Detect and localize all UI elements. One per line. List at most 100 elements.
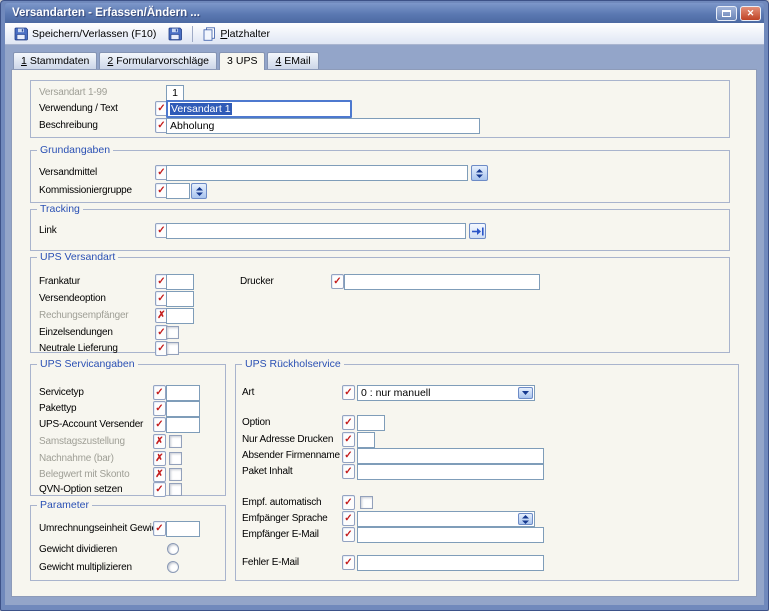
empfaenger-sprache-flag-button[interactable]: [342, 511, 355, 526]
art-label: Art: [242, 387, 255, 398]
link-input[interactable]: [166, 223, 466, 239]
nachnahme-label: Nachnahme (bar): [39, 453, 114, 464]
nachnahme-flag-button[interactable]: [153, 451, 166, 466]
group-ups-rueckholservice: UPS Rückholservice Art 0 : nur manuell O…: [235, 358, 739, 581]
art-select[interactable]: 0 : nur manuell: [357, 385, 535, 401]
open-link-button[interactable]: [469, 223, 486, 239]
servicetyp-label: Servicetyp: [39, 387, 84, 398]
pakettyp-input[interactable]: [166, 401, 200, 417]
group-title: UPS Rückholservice: [242, 358, 344, 371]
nur-adresse-drucken-input[interactable]: [357, 432, 375, 448]
qvn-option-flag-button[interactable]: [153, 482, 166, 497]
servicetyp-input[interactable]: [166, 385, 200, 401]
servicetyp-flag-button[interactable]: [153, 385, 166, 400]
empf-automatisch-flag-button[interactable]: [342, 495, 355, 510]
versandart-number-input[interactable]: [166, 85, 184, 101]
spinner-button[interactable]: [518, 513, 533, 525]
absender-firmenname-flag-button[interactable]: [342, 448, 355, 463]
belegwert-checkbox[interactable]: [169, 468, 182, 481]
samstagszustellung-checkbox[interactable]: [169, 435, 182, 448]
group-tracking: Tracking Link: [30, 203, 730, 251]
art-value: 0 : nur manuell: [361, 387, 431, 399]
save-exit-button[interactable]: Speichern/Verlassen (F10): [9, 24, 161, 44]
save-button[interactable]: [163, 24, 187, 44]
link-label: Link: [39, 225, 57, 236]
toolbar: Speichern/Verlassen (F10) Platzhalter: [5, 23, 764, 45]
option-flag-button[interactable]: [342, 415, 355, 430]
umrechnungseinheit-flag-button[interactable]: [153, 521, 166, 536]
empf-automatisch-checkbox[interactable]: [360, 496, 373, 509]
pakettyp-flag-button[interactable]: [153, 401, 166, 416]
tab-ups[interactable]: 3 UPS: [219, 52, 266, 70]
up-down-spinner-icon: [476, 168, 483, 178]
umrechnungseinheit-input[interactable]: [166, 521, 200, 537]
absender-firmenname-input[interactable]: [357, 448, 544, 464]
floppy-disk-icon: [168, 27, 183, 41]
fehler-email-input[interactable]: [357, 555, 544, 571]
empfaenger-email-flag-button[interactable]: [342, 527, 355, 542]
tab-email[interactable]: 4 EMail: [267, 52, 319, 69]
tab-label: EMail: [284, 54, 311, 67]
empfaenger-sprache-select[interactable]: [357, 511, 535, 527]
fehler-email-flag-button[interactable]: [342, 555, 355, 570]
frankatur-input[interactable]: [166, 274, 194, 290]
art-flag-button[interactable]: [342, 385, 355, 400]
close-button[interactable]: ✕: [740, 5, 761, 21]
versandmittel-select[interactable]: [166, 165, 468, 181]
group-title: Grundangaben: [37, 144, 114, 157]
gewicht-multiplizieren-radio[interactable]: [167, 561, 179, 573]
nachnahme-checkbox[interactable]: [169, 452, 182, 465]
restore-icon: [722, 9, 731, 17]
drucker-input[interactable]: [344, 274, 540, 290]
gewicht-dividieren-radio[interactable]: [167, 543, 179, 555]
nur-adresse-drucken-flag-button[interactable]: [342, 432, 355, 447]
up-down-spinner-icon: [195, 186, 203, 196]
pakettyp-label: Pakettyp: [39, 403, 77, 414]
save-exit-label: Speichern/Verlassen (F10): [32, 27, 157, 40]
empfaenger-email-input[interactable]: [357, 527, 544, 543]
qvn-option-checkbox[interactable]: [169, 483, 182, 496]
dropdown-arrow-button[interactable]: [518, 387, 533, 399]
tab-formularvorschlaege[interactable]: 2 Formularvorschläge: [99, 52, 218, 69]
platzhalter-label: Platzhalter: [220, 28, 270, 40]
verwendung-value: Versandart 1: [170, 103, 232, 115]
restore-button[interactable]: [716, 5, 737, 21]
tab-label: Stammdaten: [29, 54, 90, 67]
samstagszustellung-label: Samstagszustellung: [39, 436, 125, 447]
neutrale-lieferung-checkbox[interactable]: [166, 342, 179, 355]
group-ups-versandart: UPS Versandart Frankatur Drucker Versend…: [30, 251, 730, 356]
dialog-client-area: 1 Stammdaten 2 Formularvorschläge 3 UPS 4 EM…: [5, 45, 764, 605]
dropdown-arrow-icon: [522, 391, 529, 395]
qvn-option-label: QVN-Option setzen: [39, 484, 123, 495]
nur-adresse-drucken-label: Nur Adresse Drucken: [242, 434, 334, 445]
paket-inhalt-input[interactable]: [357, 464, 544, 480]
verwendung-input[interactable]: Versandart 1: [166, 100, 352, 118]
paket-inhalt-flag-button[interactable]: [342, 464, 355, 479]
ups-account-input[interactable]: [166, 417, 200, 433]
rechnungsempfaenger-input[interactable]: [166, 308, 194, 324]
kommissioniergruppe-spinner-button[interactable]: [191, 183, 207, 199]
gewicht-multiplizieren-label: Gewicht multiplizieren: [39, 562, 132, 573]
beschreibung-label: Beschreibung: [39, 120, 98, 131]
belegwert-flag-button[interactable]: [153, 467, 166, 482]
kommissioniergruppe-input[interactable]: [166, 183, 190, 199]
group-title: UPS Servicangaben: [37, 358, 138, 371]
toolbar-separator: [192, 25, 194, 42]
frankatur-label: Frankatur: [39, 276, 80, 287]
titlebar: Versandarten - Erfassen/Ändern ... ✕: [5, 3, 764, 23]
tab-accel: 4: [275, 54, 282, 67]
tab-stammdaten[interactable]: 1 Stammdaten: [13, 52, 98, 69]
versendeoption-input[interactable]: [166, 291, 194, 307]
umrechnungseinheit-label: Umrechnungseinheit Gewicht: [39, 523, 165, 534]
up-down-spinner-icon: [522, 514, 529, 524]
window-controls: ✕: [716, 5, 761, 21]
platzhalter-button[interactable]: Platzhalter: [198, 24, 275, 44]
einzelsendungen-checkbox[interactable]: [166, 326, 179, 339]
option-input[interactable]: [357, 415, 385, 431]
group-title: Tracking: [37, 203, 83, 216]
ups-account-flag-button[interactable]: [153, 417, 166, 432]
samstagszustellung-flag-button[interactable]: [153, 434, 166, 449]
drucker-flag-button[interactable]: [331, 274, 344, 289]
beschreibung-input[interactable]: [166, 118, 480, 134]
versandmittel-spinner-button[interactable]: [471, 165, 488, 181]
